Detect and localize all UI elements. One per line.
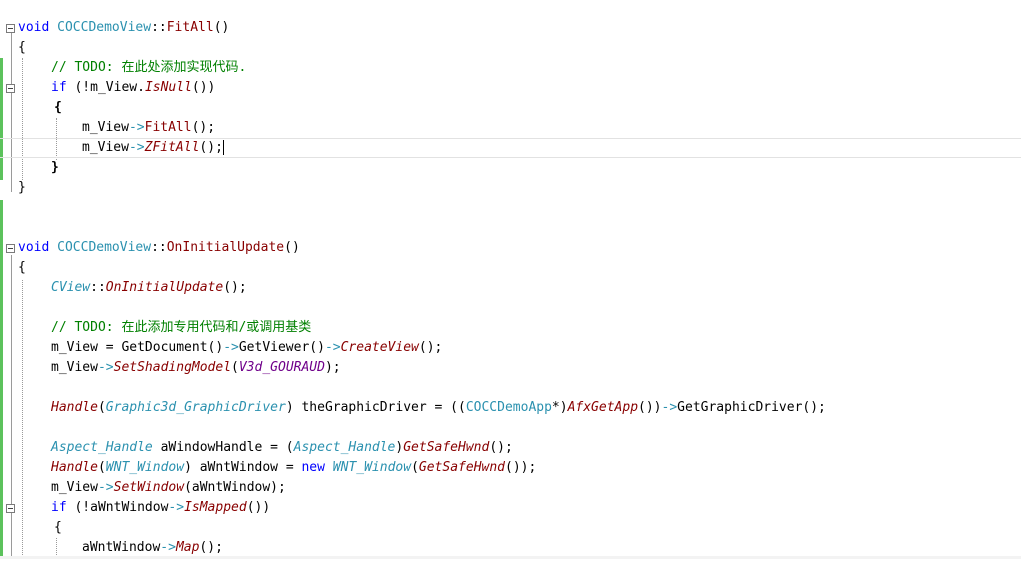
code-text: aWntWindow->Map();: [82, 540, 223, 555]
code-line[interactable]: }: [0, 158, 1021, 178]
code-editor[interactable]: void COCCDemoView::FitAll() { // TODO: 在…: [0, 0, 1021, 559]
code-line[interactable]: m_View->SetWindow(aWntWindow);: [0, 478, 1021, 498]
code-line[interactable]: Handle(Graphic3d_GraphicDriver) theGraph…: [0, 398, 1021, 418]
code-comment: // TODO: 在此处添加实现代码.: [51, 60, 247, 75]
code-line[interactable]: Aspect_Handle aWindowHandle = (Aspect_Ha…: [0, 438, 1021, 458]
code-text: m_View->SetWindow(aWntWindow);: [51, 480, 286, 495]
code-text: m_View->FitAll();: [82, 120, 216, 135]
code-line[interactable]: {: [0, 518, 1021, 538]
code-text: void COCCDemoView::FitAll(): [18, 20, 230, 35]
code-text: m_View = GetDocument()->GetViewer()->Cre…: [51, 340, 443, 355]
code-text: m_View->SetShadingModel(V3d_GOURAUD);: [51, 360, 341, 375]
code-text: {: [54, 520, 62, 535]
code-text: Aspect_Handle aWindowHandle = (Aspect_Ha…: [51, 440, 513, 455]
code-line[interactable]: {: [0, 258, 1021, 278]
code-text: {: [18, 40, 26, 55]
code-text: if (!aWntWindow->IsMapped()): [51, 500, 271, 515]
code-line[interactable]: m_View->FitAll();: [0, 118, 1021, 138]
code-text: }: [18, 180, 26, 195]
code-line[interactable]: {: [0, 38, 1021, 58]
code-comment: // TODO: 在此添加专用代码和/或调用基类: [51, 320, 312, 335]
code-text: CView::OnInitialUpdate();: [51, 280, 247, 295]
code-line[interactable]: // TODO: 在此处添加实现代码.: [0, 58, 1021, 78]
code-line[interactable]: m_View = GetDocument()->GetViewer()->Cre…: [0, 338, 1021, 358]
code-text: {: [18, 260, 26, 275]
text-caret: [222, 140, 224, 155]
code-line[interactable]: aWntWindow->Map();: [0, 538, 1021, 558]
code-text: m_View->ZFitAll();: [82, 140, 224, 155]
code-line[interactable]: if (!m_View.IsNull()): [0, 78, 1021, 98]
code-text: Handle(Graphic3d_GraphicDriver) theGraph…: [51, 400, 826, 415]
code-line[interactable]: if (!aWntWindow->IsMapped()): [0, 498, 1021, 518]
code-line[interactable]: // TODO: 在此添加专用代码和/或调用基类: [0, 318, 1021, 338]
code-line-current[interactable]: m_View->ZFitAll();: [0, 138, 1021, 158]
code-text: Handle(WNT_Window) aWntWindow = new WNT_…: [51, 460, 537, 475]
code-line[interactable]: void COCCDemoView::OnInitialUpdate(): [0, 238, 1021, 258]
code-text: if (!m_View.IsNull()): [51, 80, 216, 95]
code-line[interactable]: CView::OnInitialUpdate();: [0, 278, 1021, 298]
code-text: {: [54, 100, 62, 115]
code-text: void COCCDemoView::OnInitialUpdate(): [18, 240, 300, 255]
code-text: }: [51, 160, 59, 175]
code-line[interactable]: }: [0, 178, 1021, 198]
code-line[interactable]: Handle(WNT_Window) aWntWindow = new WNT_…: [0, 458, 1021, 478]
code-line[interactable]: void COCCDemoView::FitAll(): [0, 18, 1021, 38]
code-line[interactable]: {: [0, 98, 1021, 118]
code-line[interactable]: m_View->SetShadingModel(V3d_GOURAUD);: [0, 358, 1021, 378]
